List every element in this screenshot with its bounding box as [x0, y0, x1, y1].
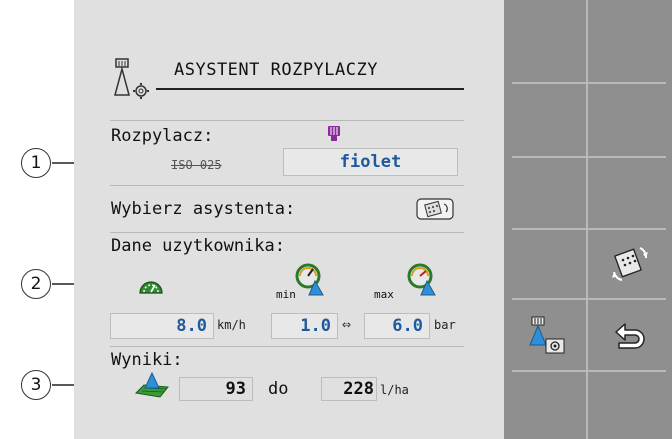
calculator-softkey[interactable]	[588, 232, 672, 298]
softkey-divider-1	[512, 82, 666, 84]
softkey-2[interactable]	[588, 0, 672, 82]
result-from-field: 93	[179, 377, 253, 401]
softkey-bottom-left[interactable]	[504, 372, 586, 439]
nozzle-color-field[interactable]: fiolet	[283, 148, 458, 176]
nozzle-settings-softkey[interactable]	[504, 300, 586, 370]
pressure-unit: bar	[434, 318, 456, 332]
speedometer-icon	[138, 277, 164, 295]
pressure-min-field[interactable]: 1.0	[271, 313, 338, 339]
nozzle-purple-icon	[326, 125, 342, 143]
nozzle-gear-icon	[111, 57, 151, 101]
speed-field[interactable]: 8.0	[110, 313, 214, 339]
back-arrow-icon	[615, 323, 645, 349]
nozzle-settings-icon	[529, 316, 565, 354]
main-screen: ASYSTENT ROZPYLACZY Rozpylacz: ISO 025 f…	[74, 0, 504, 439]
callout-1: 1	[21, 148, 51, 178]
softkey-panel	[504, 0, 672, 439]
title-underline	[156, 88, 464, 90]
softkey-divider-3	[512, 228, 666, 230]
softkey-divider-2	[512, 156, 666, 158]
softkey-1[interactable]	[504, 0, 586, 82]
user-data-label: Dane uzytkownika:	[111, 236, 285, 256]
pressure-max-field[interactable]: 6.0	[364, 313, 430, 339]
pressure-gauge-icon	[295, 263, 325, 297]
field-spray-icon	[134, 371, 170, 399]
calculator-icon[interactable]	[416, 198, 454, 220]
back-softkey[interactable]	[588, 300, 672, 370]
divider-1	[110, 120, 464, 121]
result-unit: l/ha	[380, 383, 409, 397]
result-to-field: 228	[321, 377, 377, 401]
softkey-bottom-right[interactable]	[588, 372, 672, 439]
callout-2: 2	[21, 269, 51, 299]
nozzle-iso-code: ISO 025	[171, 158, 222, 172]
divider-3	[110, 232, 464, 233]
link-arrows-icon: ⇔	[342, 315, 352, 333]
result-to-word: do	[268, 379, 289, 399]
nozzle-label: Rozpylacz:	[111, 126, 214, 146]
pressure-min-label: min	[276, 288, 296, 301]
pressure-gauge-icon-max	[407, 263, 437, 297]
page-title: ASYSTENT ROZPYLACZY	[174, 60, 378, 80]
callout-3: 3	[21, 370, 51, 400]
calculator-refresh-icon	[612, 247, 648, 281]
divider-4	[110, 346, 464, 347]
speed-unit: km/h	[217, 318, 246, 332]
assistant-label: Wybierz asystenta:	[111, 199, 296, 219]
pressure-max-label: max	[374, 288, 394, 301]
divider-2	[110, 185, 464, 186]
results-label: Wyniki:	[111, 350, 183, 370]
